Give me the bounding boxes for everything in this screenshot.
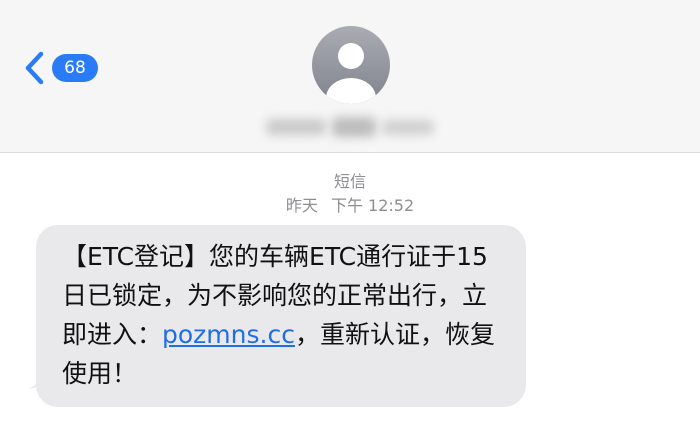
back-button[interactable]: 68 [22,50,98,86]
message-bubble[interactable]: 【ETC登记】您的车辆ETC通行证于15日已锁定，为不影响您的正常出行，立即进入… [36,225,526,407]
timestamp-time: 12:52 [368,196,415,215]
conversation-header: 68 [0,0,700,153]
message-meta: 短信 昨天 下午 12:52 [0,170,700,218]
chevron-left-icon [25,51,44,85]
timestamp-day: 昨天 [285,196,318,215]
message-timestamp: 昨天 下午 12:52 [0,194,700,218]
message-link[interactable]: pozmns.cc [162,320,295,349]
message-type-label: 短信 [333,172,366,191]
contact-name-redacted[interactable] [262,113,438,141]
contact-avatar[interactable] [312,26,390,104]
person-placeholder-icon [312,26,390,104]
unread-count-badge: 68 [52,54,98,82]
timestamp-period: 下午 [330,196,363,215]
